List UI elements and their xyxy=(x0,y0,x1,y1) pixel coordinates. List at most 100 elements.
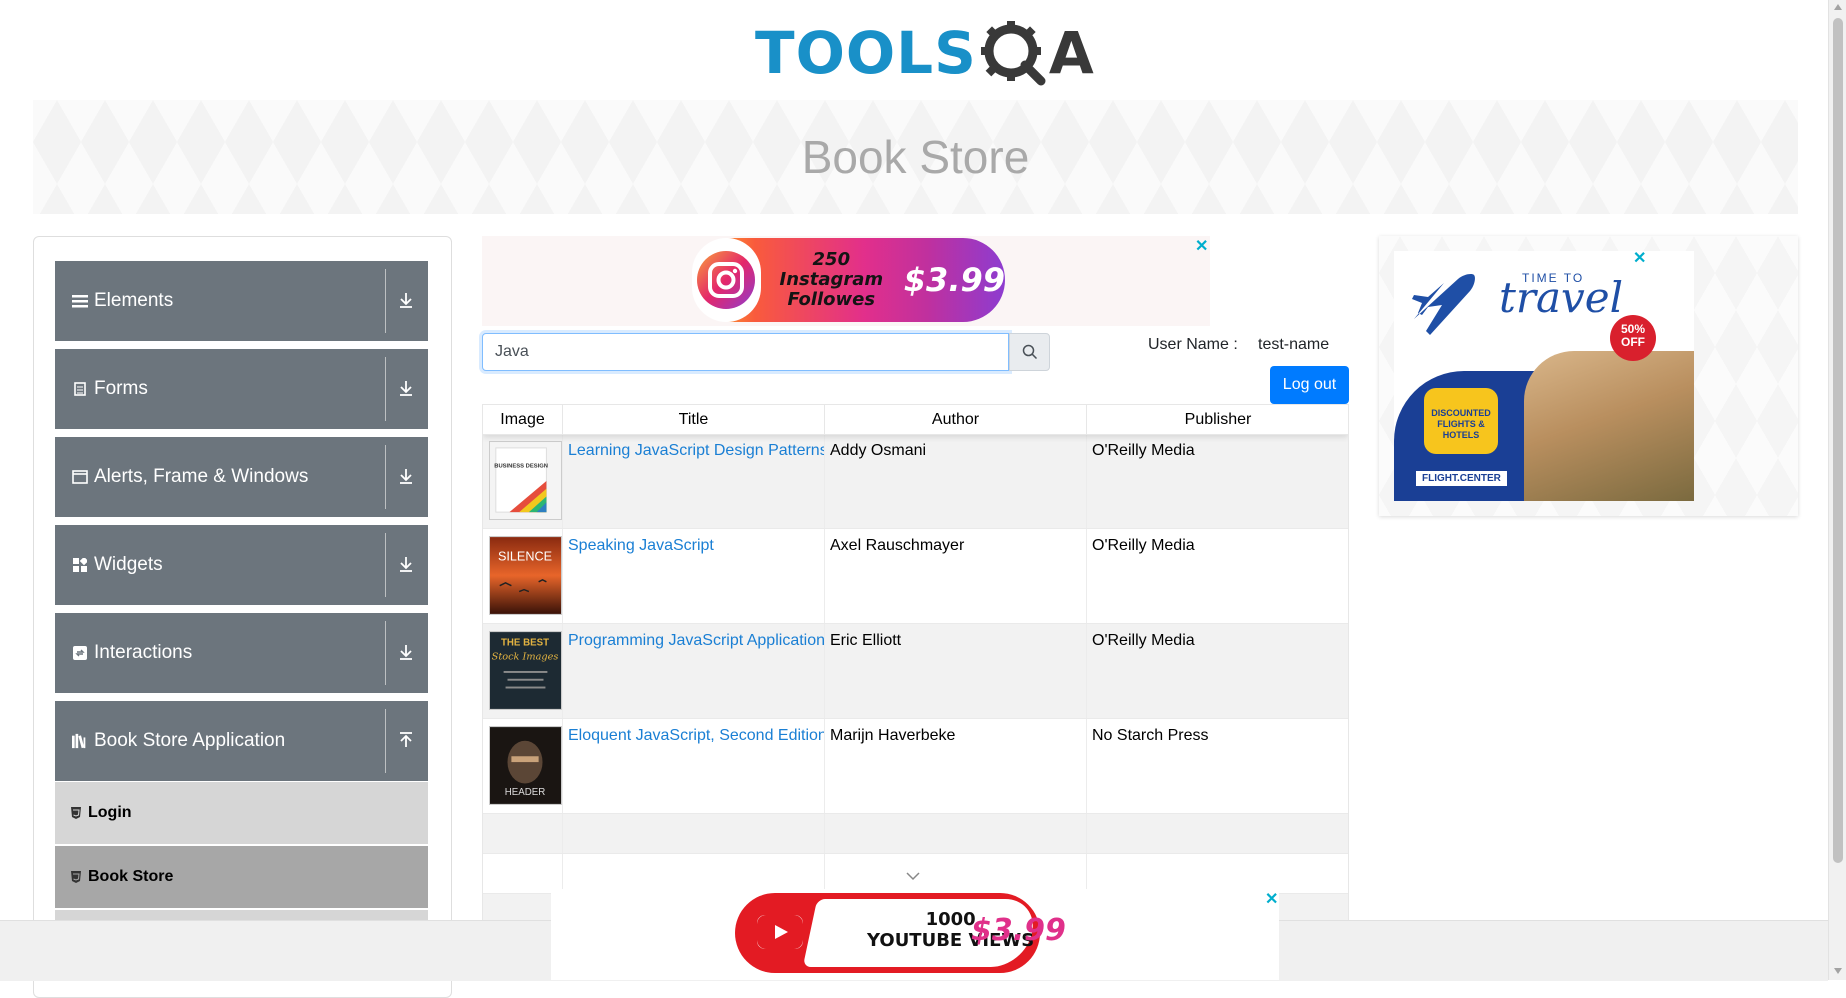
sidebar-group-interactions[interactable]: Interactions xyxy=(55,613,428,693)
book-title-link[interactable]: Eloquent JavaScript, Second Edition xyxy=(568,727,824,744)
sidebar-group-alerts[interactable]: Alerts, Frame & Windows xyxy=(55,437,428,517)
travel-ad-creative[interactable]: TIME TO travel 50% OFF DISCOUNTED FLIGHTS… xyxy=(1394,251,1694,501)
empty-cell xyxy=(483,854,563,893)
book-publisher-cell: O'Reilly Media xyxy=(1092,442,1195,459)
expand-arrow-icon[interactable] xyxy=(394,552,418,576)
widgets-icon xyxy=(72,557,88,573)
book-cover-image: HEADER xyxy=(489,726,562,805)
empty-cell xyxy=(1087,854,1348,893)
sidebar-item-login[interactable]: Login xyxy=(55,782,428,844)
flight-center-logo: FLIGHT.CENTER xyxy=(1416,471,1507,486)
expand-arrow-icon[interactable] xyxy=(394,640,418,664)
expand-arrow-icon[interactable] xyxy=(394,376,418,400)
column-header-publisher[interactable]: Publisher xyxy=(1087,405,1348,434)
table-row: SILENCE Speaking JavaScript Axel Rauschm… xyxy=(483,529,1348,624)
book-author-cell: Eric Elliott xyxy=(825,624,1087,718)
book-publisher-cell: O'Reilly Media xyxy=(1092,537,1195,554)
sidebar: Elements Forms Alerts, Frame & Windows W… xyxy=(33,236,452,998)
close-icon[interactable]: ✕ xyxy=(1195,236,1208,256)
divider xyxy=(385,269,386,333)
sidebar-group-elements[interactable]: Elements xyxy=(55,261,428,341)
table-row: THE BEST Stock Images Programming JavaSc… xyxy=(483,624,1348,719)
instagram-icon xyxy=(692,238,761,322)
empty-cell xyxy=(825,814,1087,853)
scroll-down-arrow-icon[interactable] xyxy=(1834,968,1842,974)
svg-text:BUSINESS DESIGN: BUSINESS DESIGN xyxy=(494,463,548,469)
ad-offer-badge: DISCOUNTED FLIGHTS & HOTELS xyxy=(1424,388,1498,454)
search-icon xyxy=(1022,344,1037,360)
book-title-link[interactable]: Programming JavaScript Applications xyxy=(568,632,824,649)
sidebar-group-label: Alerts, Frame & Windows xyxy=(94,466,309,487)
divider xyxy=(385,357,386,421)
books-icon xyxy=(72,733,88,749)
discount-badge: 50% OFF xyxy=(1610,315,1656,361)
chevron-down-icon[interactable] xyxy=(905,870,921,882)
scroll-up-arrow-icon[interactable] xyxy=(1834,4,1842,10)
page-scrollbar[interactable] xyxy=(1828,0,1846,980)
close-icon[interactable]: ✕ xyxy=(1633,248,1646,268)
ad-banner-top[interactable]: 250 Instagram Followes $3.99 ✕ xyxy=(482,236,1210,326)
divider xyxy=(385,533,386,597)
search-input[interactable] xyxy=(482,333,1009,371)
sidebar-group-label: Elements xyxy=(94,290,174,311)
search-button[interactable] xyxy=(1009,333,1050,371)
sidebar-group-label: Forms xyxy=(94,378,148,399)
expand-arrow-icon[interactable] xyxy=(394,464,418,488)
column-header-image[interactable]: Image xyxy=(483,405,563,434)
table-header: Image Title Author Publisher xyxy=(483,405,1348,435)
expand-arrow-icon[interactable] xyxy=(394,288,418,312)
svg-text:SILENCE: SILENCE xyxy=(498,549,552,563)
instagram-ad[interactable]: 250 Instagram Followes $3.99 xyxy=(692,238,1005,322)
ad-banner-bottom[interactable]: 1000 YOUTUBE VIEWS $3.99 ✕ xyxy=(551,889,1279,980)
form-icon xyxy=(72,381,88,397)
window-icon xyxy=(72,469,88,485)
book-title-cell: Learning JavaScript Design Patterns xyxy=(563,434,825,528)
sidebar-group-book-store-application[interactable]: Book Store Application xyxy=(55,701,428,781)
page-title: Book Store xyxy=(801,131,1030,183)
empty-cell xyxy=(563,814,825,853)
book-title-link[interactable]: Learning JavaScript Design Patterns xyxy=(568,442,824,459)
column-header-author[interactable]: Author xyxy=(825,405,1087,434)
book-cover-image: SILENCE xyxy=(489,536,562,615)
book-publisher-cell: O'Reilly Media xyxy=(1092,632,1195,649)
collapse-arrow-icon[interactable] xyxy=(394,728,418,752)
divider xyxy=(385,709,386,773)
empty-cell xyxy=(825,854,1087,893)
sidebar-group-label: Book Store Application xyxy=(94,730,286,751)
interactions-icon xyxy=(72,645,88,661)
table-row-empty xyxy=(483,814,1348,854)
book-title-cell: Speaking JavaScript xyxy=(563,529,825,623)
logo-suffix: A xyxy=(1048,18,1094,87)
html5-icon xyxy=(71,871,81,883)
book-title-cell: Eloquent JavaScript, Second Edition xyxy=(563,719,825,813)
sidebar-group-widgets[interactable]: Widgets xyxy=(55,525,428,605)
sidebar-item-label: Login xyxy=(88,804,132,821)
empty-cell xyxy=(563,854,825,893)
empty-cell xyxy=(1087,814,1348,853)
empty-cell xyxy=(483,814,563,853)
html5-icon xyxy=(71,807,81,819)
table-row: HEADER Eloquent JavaScript, Second Editi… xyxy=(483,719,1348,814)
column-header-title[interactable]: Title xyxy=(563,405,825,434)
scrollbar-thumb[interactable] xyxy=(1833,18,1843,863)
youtube-ad[interactable]: 1000 YOUTUBE VIEWS $3.99 xyxy=(735,893,1066,973)
close-icon[interactable]: ✕ xyxy=(1265,889,1278,909)
search-bar xyxy=(482,333,1050,371)
logout-button[interactable]: Log out xyxy=(1270,366,1349,404)
ad-travel[interactable]: TIME TO travel 50% OFF DISCOUNTED FLIGHTS… xyxy=(1379,236,1798,516)
book-author-cell: Addy Osmani xyxy=(825,434,1087,528)
svg-text:HEADER: HEADER xyxy=(505,787,546,798)
ad-price: $3.99 xyxy=(971,913,1066,948)
book-image-cell: BUSINESS DESIGN xyxy=(483,434,563,528)
airplane-icon xyxy=(1412,274,1475,335)
user-name-value: test-name xyxy=(1258,336,1330,353)
book-title-link[interactable]: Speaking JavaScript xyxy=(568,537,714,554)
sidebar-group-forms[interactable]: Forms xyxy=(55,349,428,429)
book-image-cell: HEADER xyxy=(483,719,563,813)
page-banner: Book Store xyxy=(33,100,1798,214)
toolsqa-logo[interactable]: TOOLS A xyxy=(755,15,1094,90)
book-author-cell: Axel Rauschmayer xyxy=(825,529,1087,623)
sidebar-item-book-store[interactable]: Book Store xyxy=(55,846,428,908)
gear-magnifier-icon xyxy=(980,20,1046,85)
divider xyxy=(385,621,386,685)
